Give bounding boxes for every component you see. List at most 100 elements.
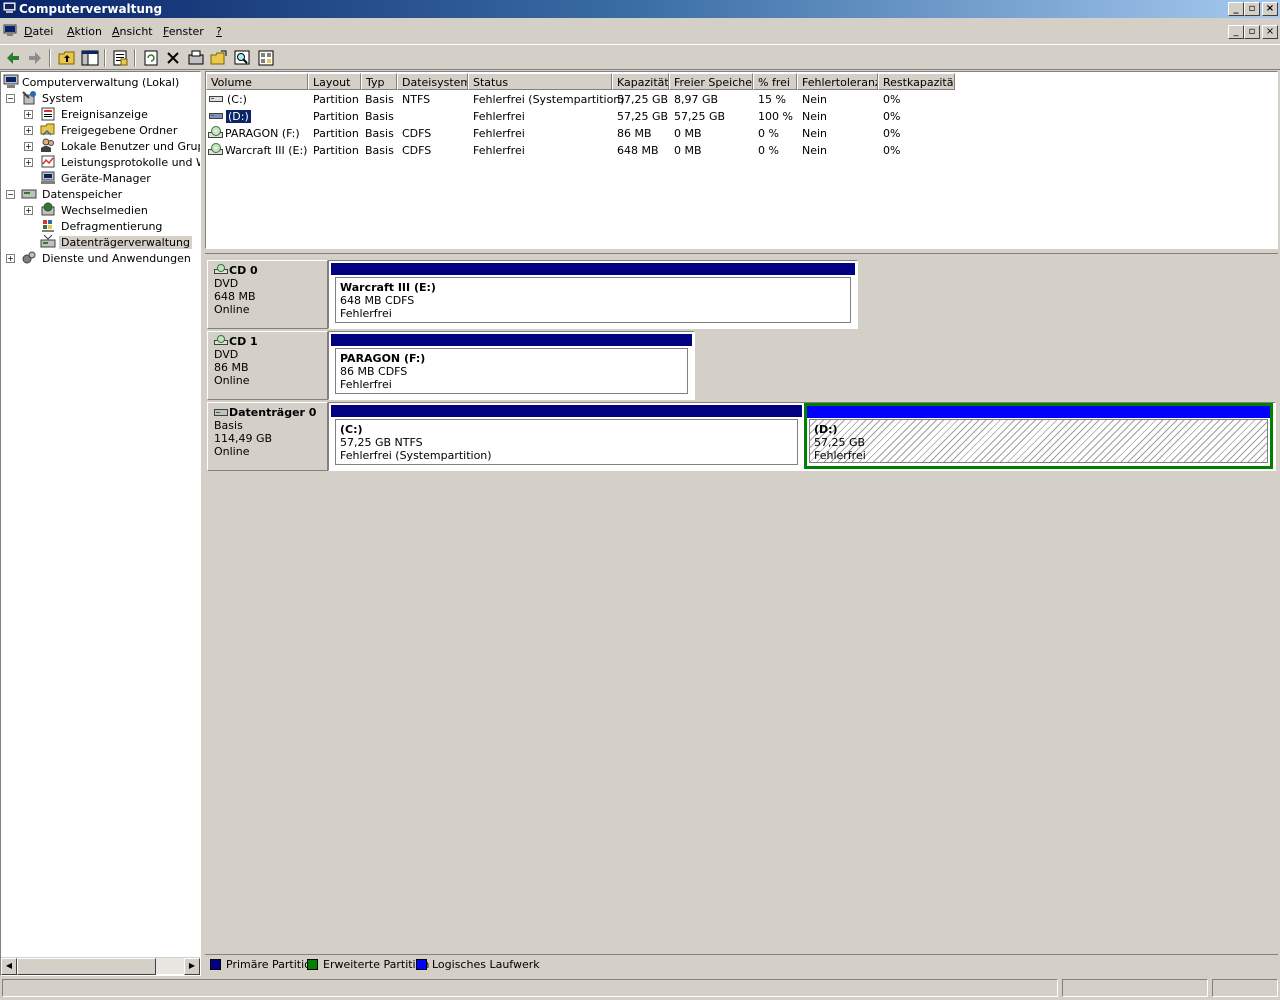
scrollbar-thumb[interactable]: [17, 958, 156, 975]
drive-icon: [209, 113, 223, 119]
performance-logs-icon: [41, 155, 55, 168]
column-header-volume[interactable]: Volume: [206, 73, 308, 90]
help-icon[interactable]: [256, 48, 276, 68]
shared-folder-icon: [40, 123, 55, 136]
partition-box: Warcraft III (E:) 648 MB CDFS Fehlerfrei: [335, 277, 851, 323]
legend-swatch-logical: [416, 959, 427, 970]
partition-bar-logical: [807, 406, 1270, 418]
expand-icon[interactable]: +: [24, 110, 33, 119]
mdi-minimize-button[interactable]: _: [1228, 25, 1244, 39]
expand-icon[interactable]: +: [24, 142, 33, 151]
mdi-restore-button[interactable]: ▫: [1244, 25, 1260, 39]
title-bar[interactable]: Computerverwaltung _ ▫ ×: [0, 0, 1280, 18]
console-tree: Computerverwaltung (Lokal) − System + Er…: [0, 71, 201, 976]
computer-icon: [3, 74, 19, 88]
volume-list-header: Volume Layout Typ Dateisystem Status Kap…: [206, 72, 1277, 90]
expand-icon[interactable]: +: [6, 254, 15, 263]
minimize-button[interactable]: _: [1228, 2, 1244, 16]
services-icon: [22, 251, 36, 264]
cd-icon: [208, 143, 223, 155]
forward-icon[interactable]: [25, 48, 45, 68]
pane-splitter[interactable]: [205, 249, 1278, 254]
column-header-layout[interactable]: Layout: [308, 73, 361, 90]
system-tools-icon: [22, 91, 36, 105]
partition-d-extended[interactable]: (D:) 57,25 GB Fehlerfrei: [804, 403, 1273, 469]
partition-bar-primary: [331, 263, 855, 275]
restore-button[interactable]: ▫: [1244, 2, 1260, 16]
disk-info-cd0[interactable]: CD 0 DVD 648 MB Online: [207, 260, 328, 329]
up-folder-icon[interactable]: [57, 48, 77, 68]
partition-c[interactable]: (C:) 57,25 GB NTFS Fehlerfrei (Systempar…: [331, 405, 802, 469]
toolbar-separator: [134, 49, 136, 67]
disk-body-cd0: Warcraft III (E:) 648 MB CDFS Fehlerfrei: [328, 260, 858, 329]
disk-info-cd1[interactable]: CD 1 DVD 86 MB Online: [207, 331, 328, 400]
settings-icon[interactable]: [186, 48, 206, 68]
defrag-icon: [42, 220, 54, 232]
back-icon[interactable]: [3, 48, 23, 68]
column-header-prozent-frei[interactable]: % frei: [753, 73, 797, 90]
hard-disk-icon: [214, 409, 228, 416]
menu-ansicht[interactable]: Ansicht: [112, 25, 153, 38]
menu-datei[interactable]: Datei: [24, 25, 53, 38]
properties-icon[interactable]: [110, 48, 130, 68]
column-header-typ[interactable]: Typ: [361, 73, 397, 90]
users-icon: [41, 138, 54, 152]
scroll-right-icon[interactable]: ▶: [184, 958, 200, 975]
toolbar-separator: [104, 49, 106, 67]
collapse-icon[interactable]: −: [6, 190, 15, 199]
close-button[interactable]: ×: [1262, 2, 1278, 16]
column-header-fehlertoleranz[interactable]: Fehlertoleranz: [797, 73, 878, 90]
column-header-kapazitaet[interactable]: Kapazität: [612, 73, 669, 90]
status-bar: [0, 977, 1280, 1000]
refresh-icon[interactable]: [141, 48, 161, 68]
expand-icon[interactable]: +: [24, 206, 33, 215]
disk-row-disk0: Datenträger 0 Basis 114,49 GB Online (C:…: [205, 400, 1278, 471]
column-header-dateisystem[interactable]: Dateisystem: [397, 73, 468, 90]
disk-body-cd1: PARAGON (F:) 86 MB CDFS Fehlerfrei: [328, 331, 695, 400]
expand-icon[interactable]: +: [24, 126, 33, 135]
table-row[interactable]: (C:) Partition Basis NTFS Fehlerfrei (Sy…: [206, 91, 1277, 108]
delete-icon[interactable]: [163, 48, 183, 68]
partition-bar-primary: [331, 334, 692, 346]
expand-icon[interactable]: +: [24, 158, 33, 167]
menu-fenster[interactable]: Fenster: [163, 25, 204, 38]
scroll-left-icon[interactable]: ◀: [1, 958, 17, 975]
collapse-icon[interactable]: −: [6, 94, 15, 103]
disk-row-cd1: CD 1 DVD 86 MB Online PARAGON (F:) 86 MB…: [205, 329, 696, 400]
partition-box: PARAGON (F:) 86 MB CDFS Fehlerfrei: [335, 348, 688, 394]
column-header-freier-speicher[interactable]: Freier Speicher: [669, 73, 753, 90]
disk-map: CD 0 DVD 648 MB Online Warcraft III (E:)…: [205, 256, 1278, 951]
device-manager-icon: [41, 171, 55, 184]
partition-box: (C:) 57,25 GB NTFS Fehlerfrei (Systempar…: [335, 419, 798, 465]
drive-icon: [209, 96, 223, 102]
partition-f[interactable]: PARAGON (F:) 86 MB CDFS Fehlerfrei: [331, 334, 692, 398]
mmc-system-menu-icon[interactable]: [3, 24, 17, 38]
legend-swatch-primary: [210, 959, 221, 970]
partition-box-selected: (D:) 57,25 GB Fehlerfrei: [809, 419, 1268, 463]
volume-list: Volume Layout Typ Dateisystem Status Kap…: [205, 71, 1278, 249]
open-icon[interactable]: [209, 48, 229, 68]
cd-drive-icon: [214, 264, 228, 274]
search-icon[interactable]: [232, 48, 252, 68]
window-title: Computerverwaltung: [19, 2, 163, 16]
menu-aktion[interactable]: Aktion: [67, 25, 102, 38]
legend-swatch-extended: [307, 959, 318, 970]
table-row[interactable]: PARAGON (F:) Partition Basis CDFS Fehler…: [206, 125, 1277, 142]
partition-e[interactable]: Warcraft III (E:) 648 MB CDFS Fehlerfrei: [331, 263, 855, 327]
computer-management-icon: [3, 2, 16, 13]
toolbar: [0, 44, 1280, 70]
mdi-close-button[interactable]: ×: [1262, 25, 1278, 39]
event-viewer-icon: [41, 107, 55, 121]
cd-icon: [208, 126, 223, 138]
tree-horizontal-scrollbar[interactable]: ◀ ▶: [1, 957, 200, 975]
cd-drive-icon: [214, 335, 228, 345]
show-hide-tree-icon[interactable]: [80, 48, 100, 68]
table-row[interactable]: Warcraft III (E:) Partition Basis CDFS F…: [206, 142, 1277, 159]
column-header-restkapazitaet[interactable]: Restkapazität: [878, 73, 955, 90]
column-header-status[interactable]: Status: [468, 73, 612, 90]
menu-help[interactable]: ?: [216, 25, 222, 38]
status-panel-main: [2, 979, 1058, 997]
disk-row-cd0: CD 0 DVD 648 MB Online Warcraft III (E:)…: [205, 258, 859, 329]
table-row-selected[interactable]: (D:) Partition Basis Fehlerfrei 57,25 GB…: [206, 108, 1277, 125]
disk-info-disk0[interactable]: Datenträger 0 Basis 114,49 GB Online: [207, 402, 328, 471]
